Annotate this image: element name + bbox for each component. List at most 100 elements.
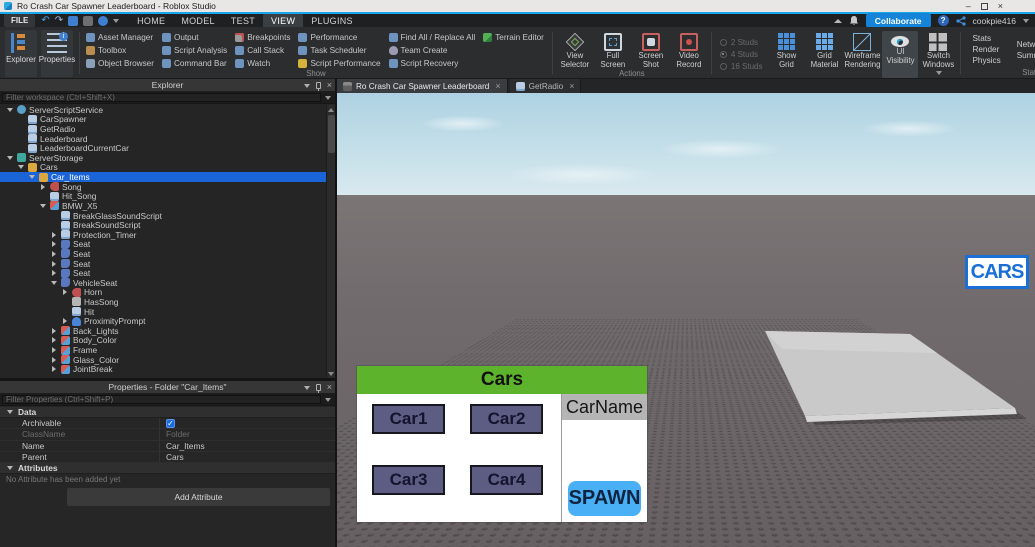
ribbon-button-ui-visibility[interactable]: UI Visibility (882, 31, 919, 78)
undo-icon[interactable]: ↶ (41, 16, 49, 26)
tree-row-seat[interactable]: Seat (0, 259, 326, 269)
quick-access-caret-icon[interactable] (113, 18, 120, 23)
tree-row-breaksoundscript[interactable]: BreakSoundScript (0, 220, 326, 230)
ribbon-button-script-performance[interactable]: Script Performance (296, 57, 384, 69)
properties-menu-chevron-icon[interactable] (303, 385, 310, 390)
property-value[interactable]: Car_Items (160, 441, 335, 451)
collapsed-arrow-icon[interactable] (50, 231, 58, 239)
section-header-attributes[interactable]: Attributes (0, 463, 335, 475)
tab-close-icon[interactable]: × (495, 81, 500, 91)
properties-filter-caret-icon[interactable] (325, 398, 331, 402)
tree-row-leaderboard[interactable]: Leaderboard (0, 134, 326, 144)
ribbon-button-grid-material[interactable]: Grid Material (806, 31, 842, 78)
ribbon-button-toolbox[interactable]: Toolbox (84, 44, 158, 56)
ribbon-button-show-grid[interactable]: Show Grid (768, 31, 804, 78)
tree-row-back-lights[interactable]: Back_Lights (0, 326, 326, 336)
tree-row-hit[interactable]: Hit (0, 307, 326, 317)
collapse-ribbon-icon[interactable] (833, 18, 842, 23)
tree-row-cars[interactable]: Cars (0, 162, 326, 172)
ribbon-button-object-browser[interactable]: Object Browser (84, 57, 158, 69)
collapsed-arrow-icon[interactable] (50, 336, 58, 344)
menu-test[interactable]: TEST (223, 14, 263, 28)
expanded-arrow-icon[interactable] (50, 279, 58, 287)
minimize-button[interactable]: – (966, 1, 971, 11)
radio-2-studs[interactable]: 2 Studs (719, 38, 763, 47)
file-menu-button[interactable]: FILE (4, 14, 36, 27)
tree-row-carspawner[interactable]: CarSpawner (0, 114, 326, 124)
tree-row-seat[interactable]: Seat (0, 268, 326, 278)
expanded-arrow-icon[interactable] (17, 163, 25, 171)
collapsed-arrow-icon[interactable] (50, 240, 58, 248)
notifications-bell-icon[interactable] (849, 15, 859, 26)
menu-view[interactable]: VIEW (263, 13, 304, 28)
car4-button[interactable]: Car4 (470, 465, 543, 495)
quick-plugin-icon[interactable] (68, 15, 79, 26)
tree-row-hassong[interactable]: HasSong (0, 297, 326, 307)
tree-row-song[interactable]: Song (0, 182, 326, 192)
tree-row-frame[interactable]: Frame (0, 345, 326, 355)
ribbon-button-task-scheduler[interactable]: Task Scheduler (296, 44, 384, 56)
quick-stop-icon[interactable] (83, 15, 94, 26)
tree-row-proximityprompt[interactable]: ProximityPrompt (0, 316, 326, 326)
ribbon-button-script-analysis[interactable]: Script Analysis (160, 44, 231, 56)
ribbon-button-video-record[interactable]: Video Record (671, 31, 707, 69)
collapsed-arrow-icon[interactable] (50, 356, 58, 364)
ribbon-button-find-all-replace-all[interactable]: Find All / Replace All (387, 31, 480, 43)
section-header-data[interactable]: Data (0, 407, 335, 418)
tree-row-bmw-x5[interactable]: BMW_X5 (0, 201, 326, 211)
tab-close-icon[interactable]: × (569, 81, 574, 91)
car3-button[interactable]: Car3 (372, 465, 445, 495)
ribbon-button-screen-shot[interactable]: Screen Shot (633, 31, 669, 69)
ribbon-button-team-create[interactable]: Team Create (387, 44, 480, 56)
tree-row-horn[interactable]: Horn (0, 287, 326, 297)
tree-row-serverstorage[interactable]: ServerStorage (0, 153, 326, 163)
expanded-arrow-icon[interactable] (39, 202, 47, 210)
scroll-down-icon[interactable] (328, 370, 335, 377)
redo-icon[interactable]: ↷ (55, 16, 63, 26)
collaborate-button[interactable]: Collaborate (865, 13, 931, 28)
username-label[interactable]: cookpie416 (973, 16, 1016, 26)
stats-button-stats[interactable]: Stats (972, 34, 1000, 43)
tree-row-glass-color[interactable]: Glass_Color (0, 355, 326, 365)
collapsed-arrow-icon[interactable] (50, 346, 58, 354)
stats-button-render[interactable]: Render (972, 45, 1000, 54)
collapsed-arrow-icon[interactable] (50, 365, 58, 373)
ribbon-button-full-screen[interactable]: Full Screen (595, 31, 631, 69)
scene-3d-view[interactable]: CARS Cars Car1 Car2 Car3 Car4 CarName SP… (337, 93, 1035, 547)
ribbon-toggle-explorer[interactable]: Explorer (5, 30, 37, 77)
expanded-arrow-icon[interactable] (28, 173, 36, 181)
expanded-arrow-icon[interactable] (6, 106, 14, 114)
quick-find-icon[interactable] (98, 15, 109, 26)
property-value[interactable]: ✓ (160, 418, 335, 428)
menu-home[interactable]: HOME (129, 14, 173, 28)
expanded-arrow-icon[interactable] (6, 154, 14, 162)
tree-row-vehicleseat[interactable]: VehicleSeat (0, 278, 326, 288)
stats-button-summary[interactable]: Summary (1017, 51, 1035, 60)
close-button[interactable]: × (998, 1, 1003, 11)
tab-ro-crash-car-spawner-leaderboard[interactable]: Ro Crash Car Spawner Leaderboard × (337, 79, 508, 93)
tab-getradio[interactable]: GetRadio × (509, 79, 582, 93)
properties-pin-icon[interactable] (315, 384, 321, 393)
explorer-scrollbar[interactable] (326, 105, 335, 378)
stats-button-physics[interactable]: Physics (972, 56, 1000, 65)
ribbon-button-output[interactable]: Output (160, 31, 231, 43)
explorer-close-icon[interactable]: × (327, 81, 332, 90)
ribbon-button-wireframe-rendering[interactable]: Wireframe Rendering (844, 31, 880, 78)
collapsed-arrow-icon[interactable] (50, 260, 58, 268)
menu-plugins[interactable]: PLUGINS (303, 14, 361, 28)
maximize-button[interactable] (980, 2, 988, 10)
ribbon-button-terrain-editor[interactable]: Terrain Editor (481, 31, 548, 43)
tree-row-breakglasssoundscript[interactable]: BreakGlassSoundScript (0, 211, 326, 221)
scroll-up-icon[interactable] (328, 106, 335, 113)
tree-row-getradio[interactable]: GetRadio (0, 124, 326, 134)
tree-row-hit-song[interactable]: Hit_Song (0, 191, 326, 201)
properties-filter-input[interactable] (2, 395, 321, 404)
ribbon-toggle-properties[interactable]: Properties (39, 30, 75, 77)
car2-button[interactable]: Car2 (470, 404, 543, 434)
collapsed-arrow-icon[interactable] (61, 317, 69, 325)
tree-row-leaderboardcurrentcar[interactable]: LeaderboardCurrentCar (0, 143, 326, 153)
menu-model[interactable]: MODEL (173, 14, 223, 28)
ribbon-button-switch-windows[interactable]: Switch Windows (920, 31, 956, 78)
explorer-filter-input[interactable] (2, 93, 321, 102)
radio-16-studs[interactable]: 16 Studs (719, 62, 762, 71)
